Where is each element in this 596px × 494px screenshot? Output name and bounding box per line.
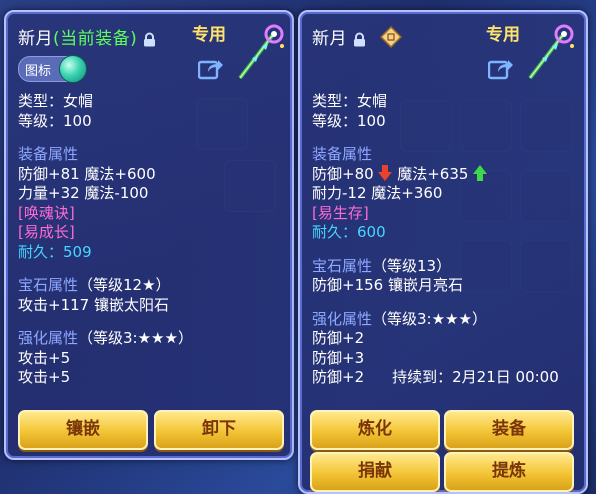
equip-button[interactable]: 装备 [444, 410, 574, 450]
item-level: 等级：100 [18, 111, 92, 130]
lock-icon [144, 32, 156, 46]
item-title: 新月 [312, 24, 366, 49]
gem-attr: 攻击+117 镶嵌太阳石 [18, 295, 169, 314]
equip-attr-header: 装备属性 [18, 145, 79, 163]
toggle-knob [59, 55, 87, 83]
inlay-button[interactable]: 镶嵌 [18, 410, 148, 450]
item-title: 新月(当前装备) [18, 24, 156, 49]
enhance-header: 强化属性 [312, 309, 373, 328]
item-type: 类型：女帽 [312, 92, 388, 110]
arrow-up-icon [473, 164, 488, 181]
item-name: 新月 [312, 29, 347, 49]
equip-attr-header: 装备属性 [312, 145, 373, 163]
enhance-line: 防御+2 [312, 329, 365, 347]
enhance-level: （等级3:★★★） [372, 309, 487, 328]
gem-attr: 防御+156 镶嵌月亮石 [312, 276, 463, 294]
gem-row: 宝石属性（等级13） [312, 257, 582, 277]
icon-toggle[interactable]: 图标 [18, 55, 87, 83]
item-attributes: 类型：女帽 等级：100 装备属性 防御+80 魔法+635 耐力-12 魔法+… [312, 92, 582, 388]
exclusive-label: 专用 [486, 25, 520, 45]
staff-icon [528, 24, 574, 80]
special-skill: [易成长] [18, 223, 75, 241]
attr-line: 防御+81 魔法+600 [18, 164, 156, 183]
gem-row: 宝石属性（等级12★） [18, 276, 288, 296]
share-icon[interactable] [488, 56, 514, 80]
unequip-button[interactable]: 卸下 [154, 410, 284, 450]
attr-line: 耐力-12 魔法+360 [312, 184, 443, 202]
extract-button[interactable]: 提炼 [444, 452, 574, 492]
gem-header: 宝石属性 [312, 256, 373, 275]
enhance-line: 防御+3 [312, 348, 365, 367]
duration: 持续到：2月21日 00:00 [392, 368, 559, 386]
enhance-row: 强化属性（等级3:★★★） [312, 310, 582, 330]
attr-value: 魔法+635 [397, 164, 469, 183]
item-level: 等级：100 [312, 111, 386, 130]
gem-level: （等级13） [372, 256, 452, 275]
gem-level: （等级12★） [78, 276, 171, 294]
special-skill: [易生存] [312, 203, 369, 222]
refine-button[interactable]: 炼化 [310, 410, 440, 450]
exclusive-label: 专用 [192, 25, 226, 45]
item-type: 类型：女帽 [18, 92, 94, 110]
enhance-level: （等级3:★★★） [78, 329, 193, 347]
gem-header: 宝石属性 [18, 276, 79, 294]
donate-button[interactable]: 捐献 [310, 452, 440, 492]
equipped-item-panel: 新月(当前装备) 专用 图标 类型：女帽 等级：100 装备属性 防御+81 魔… [4, 10, 294, 460]
enhance-header: 强化属性 [18, 329, 79, 347]
staff-icon [238, 24, 284, 80]
durability: 耐久：509 [18, 242, 92, 261]
enhance-row: 强化属性（等级3:★★★） [18, 329, 288, 349]
share-icon[interactable] [198, 56, 224, 80]
enhance-line: 防御+2 持续到：2月21日 00:00 [312, 368, 559, 386]
icon-toggle-label: 图标 [25, 64, 52, 79]
seal-icon [380, 26, 402, 48]
item-attributes: 类型：女帽 等级：100 装备属性 防御+81 魔法+600 力量+32 魔法-… [18, 92, 288, 388]
attr-line: 防御+80 魔法+635 [312, 164, 582, 185]
compare-item-panel: 新月 专用 类型：女帽 等级：100 装备属性 防御+80 魔法+635 耐力-… [298, 10, 588, 494]
equipped-status: (当前装备) [53, 29, 138, 49]
attr-value: 防御+80 [312, 164, 374, 183]
item-name: 新月 [18, 29, 53, 49]
attr-line: 力量+32 魔法-100 [18, 184, 149, 202]
lock-icon [353, 32, 365, 46]
enhance-line: 攻击+5 [18, 348, 71, 367]
arrow-down-icon [378, 164, 393, 181]
durability: 耐久：600 [312, 223, 386, 241]
special-skill: [唤魂诀] [18, 203, 75, 222]
enhance-line: 攻击+5 [18, 368, 71, 386]
